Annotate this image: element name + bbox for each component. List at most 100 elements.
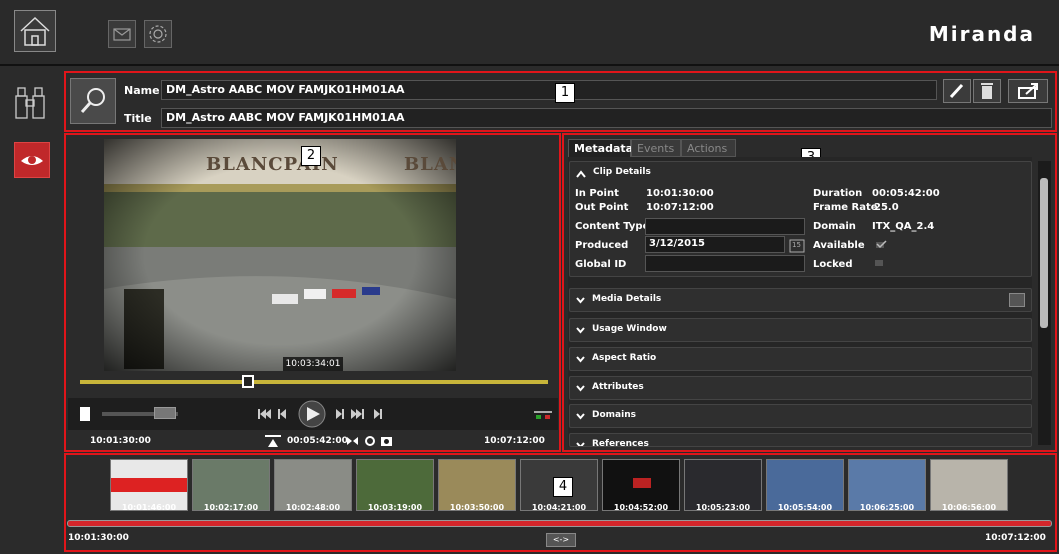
camera-icon [381, 437, 392, 446]
title-field[interactable]: DM_Astro AABC MOV FAMJK01HM01AA [161, 108, 1052, 128]
audio-meter-icon[interactable] [534, 408, 552, 420]
top-bar: Miranda [0, 0, 1059, 66]
section-usage-window[interactable]: Usage Window [569, 318, 1032, 342]
view-mode-button[interactable] [14, 142, 50, 178]
search-mode-button[interactable] [14, 82, 46, 122]
locked-checkbox[interactable] [875, 260, 883, 266]
frame-rate-label: Frame Rate [813, 202, 878, 213]
duration-label: Duration [813, 188, 863, 199]
brand-logo: Miranda [928, 22, 1035, 46]
in-point-label: In Point [575, 188, 619, 199]
skip-back-icon [258, 409, 271, 419]
filmstrip-timeline[interactable] [67, 520, 1052, 527]
produced-field[interactable]: 3/12/2015 [645, 236, 785, 253]
delete-button[interactable] [973, 79, 1001, 103]
out-point-label: Out Point [575, 202, 629, 213]
share-icon [1018, 83, 1038, 99]
thumbnail-timecode: 10:01:46:00 [121, 503, 177, 512]
thumbnail-timecode: 10:02:17:00 [203, 503, 259, 512]
chevron-down-icon [576, 413, 585, 420]
eye-icon [21, 156, 43, 165]
video-frame[interactable]: BLANCPAIN BLANCPAIN [104, 139, 456, 371]
in-point-value: 10:01:30:00 [646, 188, 714, 199]
chevron-up-icon[interactable] [576, 170, 586, 178]
calendar-button[interactable]: 15 [789, 237, 805, 253]
section-media-details[interactable]: Media Details [569, 288, 1032, 312]
trim-icon [347, 437, 358, 445]
thumbnail-timecode: 10:03:19:00 [367, 503, 423, 512]
share-button[interactable] [1008, 79, 1048, 103]
mail-icon [113, 28, 131, 41]
thumbnail-timecode: 10:05:54:00 [777, 503, 833, 512]
chevron-down-icon [576, 327, 585, 334]
global-id-label: Global ID [575, 259, 627, 270]
tab-events[interactable]: Events [631, 139, 681, 157]
asset-search-button[interactable] [70, 78, 116, 124]
global-id-field[interactable] [645, 255, 805, 272]
clip-out-timecode: 10:07:12:00 [484, 436, 545, 446]
mark-in-icon [265, 435, 281, 447]
magnifier-icon [80, 88, 105, 113]
tab-actions[interactable]: Actions [681, 139, 736, 157]
step-back-icon [278, 409, 286, 419]
transport-icons [258, 400, 382, 428]
current-timecode: 10:03:34:01 [283, 357, 343, 371]
step-end-icon [374, 409, 382, 419]
thumbnail-timecode: 10:04:52:00 [613, 503, 669, 512]
name-field[interactable]: DM_Astro AABC MOV FAMJK01HM01AA [161, 80, 937, 100]
callout-2: 2 [301, 146, 321, 166]
settings-icon [365, 436, 375, 446]
available-checkbox[interactable] [875, 240, 887, 250]
step-forward-icon [336, 409, 344, 419]
thumbnail-timecode: 10:06:56:00 [941, 503, 997, 512]
thumbnail-timecode: 10:04:21:00 [531, 503, 587, 512]
skip-forward-icon [351, 409, 364, 419]
section-aspect-ratio[interactable]: Aspect Ratio [569, 347, 1032, 371]
thumbnail-timecode: 10:02:48:00 [285, 503, 341, 512]
chevron-down-icon [576, 356, 585, 363]
callout-4: 4 [553, 477, 573, 497]
mail-button[interactable] [108, 20, 136, 48]
banner-text-right: BLANCPAIN [404, 154, 456, 175]
trash-icon [981, 83, 993, 99]
available-label: Available [813, 240, 865, 251]
scrub-track[interactable] [80, 380, 548, 384]
metadata-scroll-thumb[interactable] [1040, 178, 1048, 328]
section-references[interactable]: References [569, 433, 1032, 447]
clip-details-title[interactable]: Clip Details [593, 167, 651, 177]
title-label: Title [124, 112, 152, 125]
calendar-day: 15 [792, 241, 801, 249]
filmstrip-start-timecode: 10:01:30:00 [68, 533, 129, 543]
edit-icon [949, 83, 964, 99]
scrub-handle[interactable] [242, 375, 254, 388]
swap-button[interactable]: <-> [546, 533, 576, 547]
locked-label: Locked [813, 259, 853, 270]
content-type-label: Content Type [575, 221, 650, 232]
player-tools-icons[interactable] [265, 434, 395, 448]
clip-in-timecode: 10:01:30:00 [90, 436, 151, 446]
player-controls [68, 398, 558, 430]
produced-label: Produced [575, 240, 629, 251]
collapse-button[interactable] [1009, 293, 1025, 307]
duration-value: 00:05:42:00 [872, 188, 940, 199]
section-domains[interactable]: Domains [569, 404, 1032, 428]
section-attributes[interactable]: Attributes [569, 376, 1032, 400]
thumbnail-timecode: 10:03:50:00 [449, 503, 505, 512]
domain-value: ITX_QA_2.4 [872, 221, 935, 232]
thumbnail-timecode: 10:05:23:00 [695, 503, 751, 512]
content-type-field[interactable] [645, 218, 805, 235]
filmstrip-end-timecode: 10:07:12:00 [985, 533, 1046, 543]
speaker-icon[interactable] [78, 405, 94, 423]
settings-button[interactable] [144, 20, 172, 48]
home-button[interactable] [14, 10, 56, 52]
edit-button[interactable] [943, 79, 971, 103]
callout-1: 1 [555, 83, 575, 103]
binoculars-icon [15, 87, 45, 119]
domain-label: Domain [813, 221, 856, 232]
chevron-down-icon [576, 297, 585, 304]
out-point-value: 10:07:12:00 [646, 202, 714, 213]
volume-handle[interactable] [154, 407, 176, 419]
gear-icon [149, 25, 167, 43]
chevron-down-icon [576, 442, 585, 446]
tab-metadata[interactable]: Metadata [568, 139, 633, 157]
